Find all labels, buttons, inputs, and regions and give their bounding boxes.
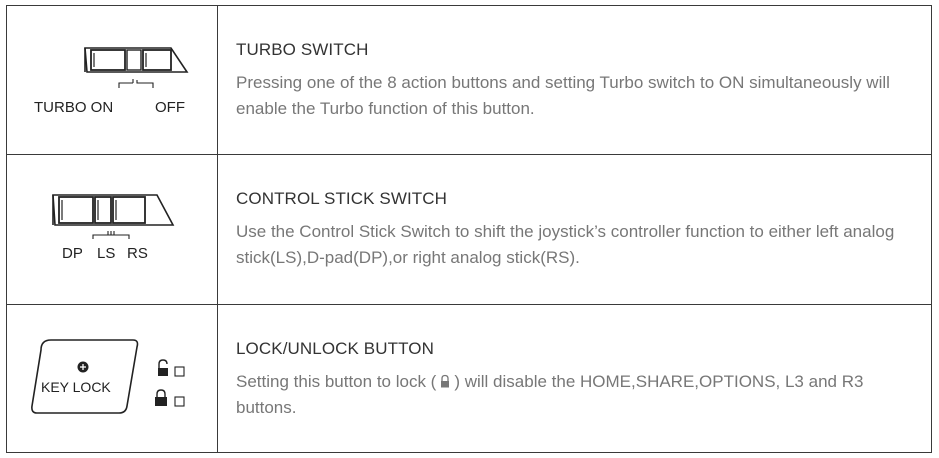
lock-icon: [155, 389, 167, 406]
turbo-description: TURBO SWITCH Pressing one of the 8 actio…: [236, 6, 921, 122]
control-stick-switch-icon: DP LS RS: [52, 194, 175, 262]
lock-body: Setting this button to lock () will disa…: [236, 369, 921, 421]
feature-row-lock: KEY LOCK LOCK/UNLOCK BUTTON Setting this…: [7, 304, 931, 452]
feature-row-control-stick: DP LS RS CONTROL STICK SWITCH Use the Co…: [7, 154, 931, 304]
turbo-on-label: TURBO ON: [34, 99, 113, 116]
lock-description: LOCK/UNLOCK BUTTON Setting this button t…: [236, 305, 921, 421]
column-divider: [217, 305, 218, 452]
control-stick-illustration: DP LS RS: [7, 155, 217, 304]
turbo-title: TURBO SWITCH: [236, 40, 369, 59]
lock-icon: [441, 374, 450, 388]
feature-row-turbo: TURBO ON OFF TURBO SWITCH Pressing one o…: [7, 6, 931, 154]
column-divider: [217, 6, 218, 154]
unlock-icon: [158, 359, 168, 376]
turbo-switch-illustration: TURBO ON OFF: [7, 6, 217, 154]
lock-title: LOCK/UNLOCK BUTTON: [236, 339, 434, 358]
key-lock-button-icon: KEY LOCK: [31, 339, 185, 414]
unlock-indicator-box: [174, 366, 185, 377]
turbo-off-label: OFF: [155, 99, 185, 116]
lock-body-part-1: Setting this button to lock (: [236, 372, 437, 391]
column-divider: [217, 155, 218, 304]
turbo-body: Pressing one of the 8 action buttons and…: [236, 73, 890, 118]
dp-label: DP: [62, 245, 83, 262]
turbo-switch-icon: TURBO ON OFF: [34, 47, 189, 116]
control-stick-description: CONTROL STICK SWITCH Use the Control Sti…: [236, 155, 921, 271]
rs-label: RS: [127, 245, 148, 262]
control-stick-title: CONTROL STICK SWITCH: [236, 189, 448, 208]
key-lock-illustration: KEY LOCK: [7, 305, 217, 452]
control-stick-body: Use the Control Stick Switch to shift th…: [236, 222, 895, 267]
lock-indicator-box: [174, 396, 185, 407]
features-table: TURBO ON OFF TURBO SWITCH Pressing one o…: [6, 5, 932, 453]
key-lock-label: KEY LOCK: [41, 379, 111, 395]
ls-label: LS: [97, 245, 115, 262]
